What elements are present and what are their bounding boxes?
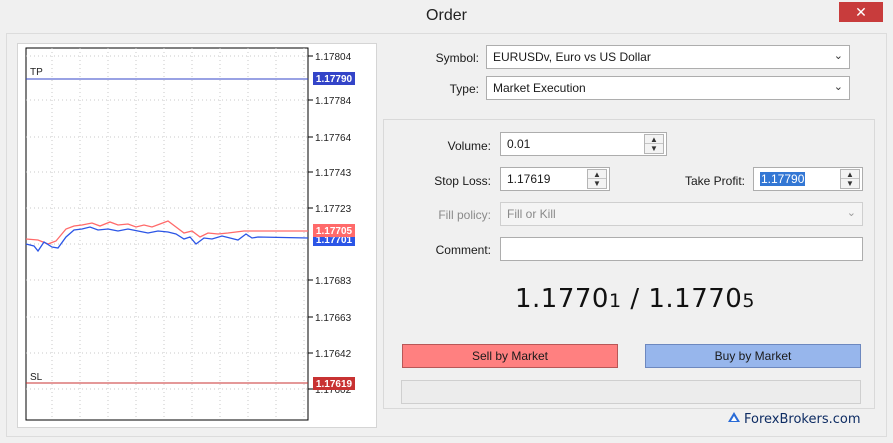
tick-chart: TP SL 1.17804 1.17784 1.17764 1.17743 1.1772…: [17, 43, 377, 428]
ask-price-text: 1.17705: [316, 226, 353, 237]
fill-policy-value: Fill or Kill: [507, 207, 556, 221]
symbol-select[interactable]: EURUSDv, Euro vs US Dollar ⌄: [486, 45, 850, 69]
type-value: Market Execution: [493, 81, 586, 95]
fill-policy-select[interactable]: Fill or Kill ⌄: [500, 202, 863, 226]
sl-price-text: 1.17619: [316, 379, 353, 390]
axis-tick-label: 1.17804: [315, 52, 352, 63]
bid-last-digit: 1: [608, 290, 622, 312]
type-select[interactable]: Market Execution ⌄: [486, 76, 850, 100]
bid-main: 1.1770: [515, 284, 609, 314]
chevron-up-icon[interactable]: ▲: [645, 135, 663, 144]
chevron-up-icon[interactable]: ▲: [841, 170, 859, 179]
axis-tick-label: 1.17784: [315, 96, 352, 107]
close-icon: ✕: [855, 4, 867, 20]
watermark: ForexBrokers.com: [728, 412, 861, 427]
axis-tick-label: 1.17663: [315, 313, 352, 324]
tp-label: TP: [30, 67, 43, 78]
take-profit-input[interactable]: 1.17790 ▲ ▼: [753, 167, 863, 191]
watermark-text: ForexBrokers.com: [744, 412, 861, 427]
volume-input[interactable]: 0.01 ▲ ▼: [500, 132, 667, 156]
symbol-label: Symbol:: [435, 51, 479, 65]
axis-tick-label: 1.17743: [315, 168, 352, 179]
bid-ask-quote: 1.17701 / 1.17705: [515, 284, 755, 314]
status-bar: [401, 380, 861, 404]
ask-last-digit: 5: [742, 290, 755, 312]
chevron-up-icon[interactable]: ▲: [588, 170, 606, 179]
sl-label: SL: [30, 372, 43, 383]
tick-chart-svg: TP SL 1.17804 1.17784 1.17764 1.17743 1.1772…: [25, 47, 355, 421]
axis-tick-label: 1.17723: [315, 204, 352, 215]
volume-stepper[interactable]: ▲ ▼: [644, 134, 664, 154]
fill-policy-label: Fill policy:: [438, 208, 491, 222]
axis-tick-label: 1.17683: [315, 276, 352, 287]
window-title: Order: [426, 7, 467, 24]
volume-value: 0.01: [507, 137, 531, 151]
title-bar: Order ✕: [0, 0, 893, 33]
type-label: Type:: [449, 82, 479, 96]
take-profit-value: 1.17790: [760, 172, 806, 186]
symbol-value: EURUSDv, Euro vs US Dollar: [493, 50, 651, 64]
take-profit-stepper[interactable]: ▲ ▼: [840, 169, 860, 189]
stop-loss-input[interactable]: 1.17619 ▲ ▼: [500, 167, 610, 191]
chevron-down-icon[interactable]: ▼: [841, 179, 859, 188]
comment-input[interactable]: [500, 237, 863, 261]
chevron-down-icon: ⌄: [833, 81, 843, 93]
ask-main: 1.1770: [648, 284, 743, 314]
chevron-down-icon: ⌄: [833, 50, 843, 62]
chevron-down-icon: ⌄: [846, 207, 856, 219]
axis-tick-label: 1.17642: [315, 349, 352, 360]
take-profit-label: Take Profit:: [684, 174, 745, 188]
buy-by-market-button[interactable]: Buy by Market: [645, 344, 861, 368]
chevron-down-icon[interactable]: ▼: [645, 144, 663, 153]
stop-loss-value: 1.17619: [507, 172, 551, 186]
plot-area: [25, 47, 309, 421]
sell-by-market-button[interactable]: Sell by Market: [402, 344, 618, 368]
chevron-down-icon[interactable]: ▼: [588, 179, 606, 188]
order-dialog: TP SL 1.17804 1.17784 1.17764 1.17743 1.1772…: [6, 33, 887, 437]
stop-loss-stepper[interactable]: ▲ ▼: [587, 169, 607, 189]
axis-tick-label: 1.17764: [315, 133, 352, 144]
comment-label: Comment:: [435, 243, 491, 257]
logo-icon: [728, 412, 740, 422]
quote-separator: /: [621, 284, 649, 314]
close-button[interactable]: ✕: [839, 2, 883, 22]
tp-price-text: 1.17790: [316, 74, 353, 85]
stop-loss-label: Stop Loss:: [434, 174, 491, 188]
volume-label: Volume:: [447, 139, 491, 153]
